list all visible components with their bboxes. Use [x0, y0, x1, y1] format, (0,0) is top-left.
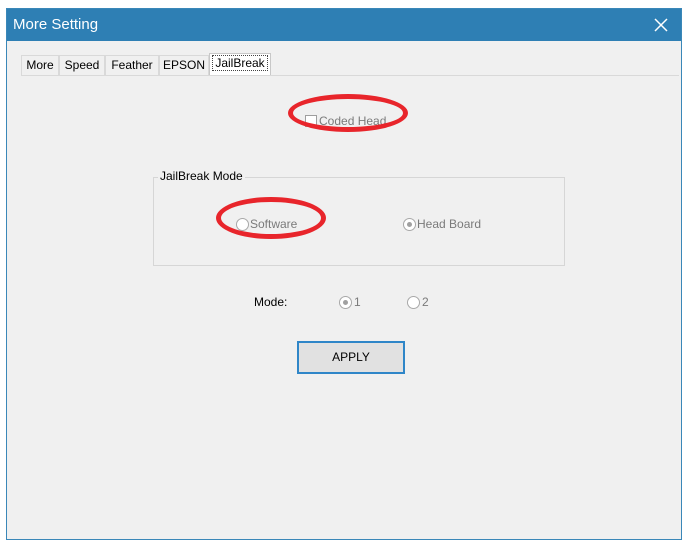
highlight-coded-head — [288, 94, 408, 132]
tab-label: Speed — [64, 58, 100, 72]
mode-1-label: 1 — [354, 295, 361, 309]
tab-label: More — [26, 58, 54, 72]
tab-label: JailBreak — [212, 55, 268, 71]
tab-speed[interactable]: Speed — [59, 55, 105, 75]
head-board-label: Head Board — [417, 217, 482, 231]
jailbreak-panel: Coded Head JailBreak Mode Software Head … — [21, 75, 679, 537]
close-button[interactable] — [641, 9, 681, 41]
mode-label: Mode: — [254, 295, 288, 309]
tab-more[interactable]: More — [21, 55, 59, 75]
tab-epson[interactable]: EPSON — [159, 55, 209, 75]
highlight-software — [216, 197, 326, 239]
jailbreak-mode-group: JailBreak Mode Software Head Board — [153, 169, 565, 266]
jailbreak-mode-title: JailBreak Mode — [158, 169, 245, 183]
tab-feather[interactable]: Feather — [105, 55, 159, 75]
mode-2-radio[interactable] — [407, 296, 420, 309]
more-setting-window: More Setting More Speed Feather EPSON Ja… — [6, 8, 682, 540]
tab-label: EPSON — [162, 58, 205, 72]
close-icon — [654, 18, 668, 32]
tab-label: Feather — [111, 58, 153, 72]
apply-button[interactable]: APPLY — [297, 341, 405, 374]
title-bar: More Setting — [7, 9, 681, 41]
window-title: More Setting — [13, 16, 99, 33]
tab-jailbreak[interactable]: JailBreak — [209, 53, 271, 76]
mode-1-radio[interactable] — [339, 296, 352, 309]
head-board-radio[interactable] — [403, 218, 416, 231]
apply-label: APPLY — [332, 350, 370, 364]
mode-2-label: 2 — [422, 295, 429, 309]
